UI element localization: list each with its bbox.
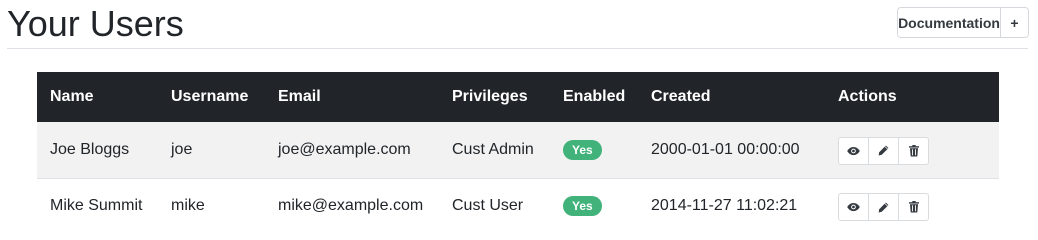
column-header-username[interactable]: Username bbox=[158, 72, 265, 122]
cell-username: joe bbox=[171, 140, 193, 158]
cell-email: mike@example.com bbox=[265, 177, 439, 234]
trash-icon bbox=[908, 201, 919, 213]
table-row: Mike Summit mike mike@example.com Cust U… bbox=[37, 177, 999, 234]
page-title: Your Users bbox=[7, 3, 184, 44]
cell-privileges: Cust Admin bbox=[452, 140, 534, 158]
add-user-button[interactable]: + bbox=[1001, 8, 1028, 37]
trash-icon bbox=[908, 144, 919, 157]
enabled-badge: Yes bbox=[563, 196, 602, 217]
header-button-group: Documentation + bbox=[897, 7, 1029, 38]
header-divider bbox=[7, 48, 1028, 49]
cell-email: joe@example.com bbox=[278, 140, 411, 158]
cell-privileges: Cust User bbox=[439, 177, 550, 234]
cell-enabled: Yes bbox=[550, 177, 638, 234]
view-button[interactable] bbox=[839, 138, 868, 164]
eye-icon bbox=[847, 203, 860, 212]
row-actions-group bbox=[838, 193, 929, 222]
view-button[interactable] bbox=[839, 194, 868, 220]
cell-actions bbox=[825, 122, 999, 178]
row-actions-group bbox=[838, 136, 929, 165]
pencil-icon bbox=[878, 202, 889, 213]
edit-button[interactable] bbox=[868, 194, 898, 221]
cell-actions bbox=[825, 177, 999, 234]
cell-username: mike bbox=[158, 177, 265, 234]
table-header-row: Name Username Email Privileges Enabled C… bbox=[37, 72, 999, 122]
eye-icon bbox=[847, 146, 860, 155]
cell-created: 2014-11-27 11:02:21 bbox=[638, 177, 825, 234]
edit-button[interactable] bbox=[868, 137, 898, 164]
column-header-privileges[interactable]: Privileges bbox=[439, 72, 550, 122]
cell-created: 2000-01-01 00:00:00 bbox=[651, 140, 800, 158]
users-table: Name Username Email Privileges Enabled C… bbox=[37, 72, 999, 234]
enabled-badge: Yes bbox=[563, 139, 602, 160]
column-header-created[interactable]: Created bbox=[638, 72, 825, 122]
table-row: Joe Bloggs joe joe@example.com Cust Admi… bbox=[37, 122, 999, 178]
column-header-actions: Actions bbox=[838, 88, 897, 105]
column-header-enabled[interactable]: Enabled bbox=[550, 72, 638, 122]
column-header-name[interactable]: Name bbox=[37, 72, 158, 122]
pencil-icon bbox=[878, 145, 889, 156]
delete-button[interactable] bbox=[898, 137, 928, 164]
page: Your Users Documentation + Name Username bbox=[0, 0, 1038, 240]
cell-enabled: Yes bbox=[550, 122, 638, 178]
delete-button[interactable] bbox=[898, 194, 928, 221]
cell-name: Mike Summit bbox=[37, 177, 158, 234]
cell-name: Joe Bloggs bbox=[50, 140, 130, 158]
column-header-email[interactable]: Email bbox=[265, 72, 439, 122]
plus-icon: + bbox=[1010, 14, 1019, 31]
users-table-container: Name Username Email Privileges Enabled C… bbox=[37, 72, 999, 234]
documentation-button[interactable]: Documentation bbox=[898, 8, 1001, 37]
